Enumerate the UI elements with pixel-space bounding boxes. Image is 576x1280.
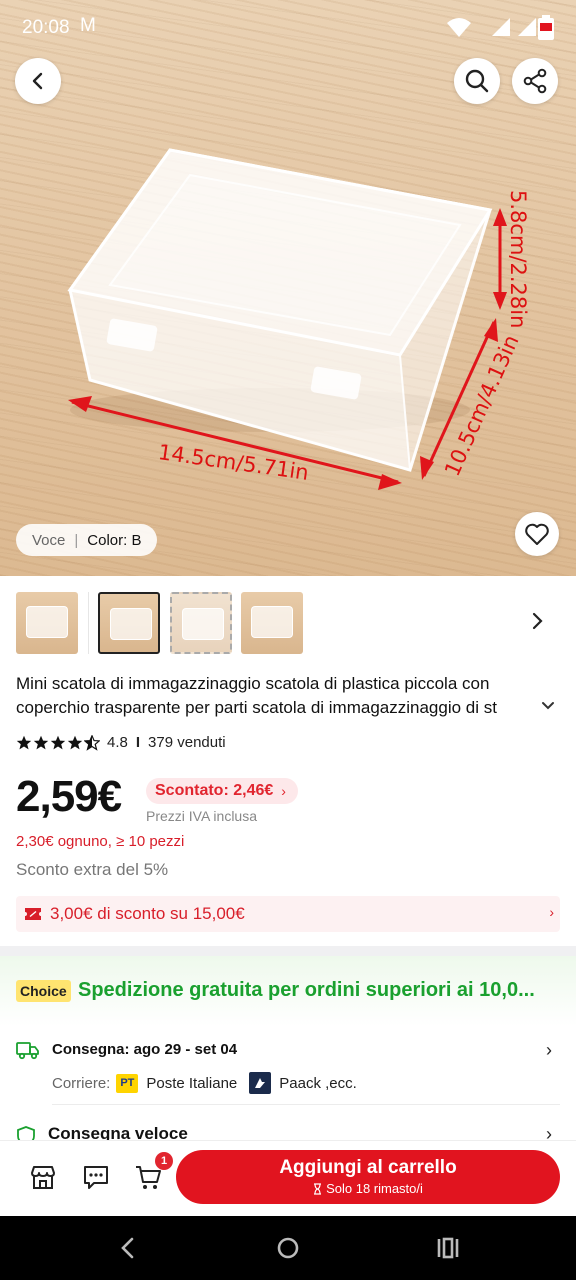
vat-note: Prezzi IVA inclusa xyxy=(146,808,258,824)
heart-icon xyxy=(525,523,549,545)
stock-note: Solo 18 rimasto/i xyxy=(176,1181,560,1196)
carrier-line: Corriere: PT Poste Italiane Paack ,ecc. xyxy=(52,1072,357,1094)
star-half-icon xyxy=(84,734,100,751)
rating-row[interactable]: 4.8 I 379 venduti xyxy=(16,734,226,751)
extra-discount: Sconto extra del 5% xyxy=(16,860,169,879)
variant-value: Color: B xyxy=(87,531,142,549)
chat-icon[interactable] xyxy=(82,1163,110,1191)
battery-icon xyxy=(538,15,554,40)
choice-badge: Choice xyxy=(16,980,71,1002)
wifi-icon xyxy=(447,18,471,37)
free-shipping-text: Spedizione gratuita per ordini superiori… xyxy=(78,979,535,1001)
delivery-row[interactable]: Consegna: ago 29 - set 04 › Corriere: PT… xyxy=(16,1040,560,1104)
chevron-down-icon[interactable] xyxy=(540,700,556,712)
variant-label: Voce xyxy=(32,531,66,549)
poste-italiane-logo: PT xyxy=(116,1073,139,1093)
thumbnail-divider xyxy=(88,592,89,654)
variant-thumbnails xyxy=(0,576,576,666)
signal-icon xyxy=(492,18,510,36)
system-navigation-bar xyxy=(0,1216,576,1280)
nav-home-icon[interactable] xyxy=(276,1236,300,1260)
add-to-cart-label: Aggiungi al carrello xyxy=(279,1157,457,1178)
cart-count-badge: 1 xyxy=(155,1152,173,1170)
star-icon xyxy=(33,735,49,749)
thumbnail-4[interactable] xyxy=(241,592,303,654)
status-bar: 20:08 M xyxy=(0,0,576,56)
store-icon[interactable] xyxy=(29,1163,57,1191)
truck-icon xyxy=(16,1042,39,1060)
section-gap xyxy=(0,946,576,956)
delivery-date: Consegna: ago 29 - set 04 xyxy=(52,1041,238,1058)
product-title: Mini scatola di immagazzinaggio scatola … xyxy=(16,674,497,717)
dimension-height-label: 5.8cm/2.28in xyxy=(506,190,530,329)
product-image[interactable]: 14.5cm/5.71in 10.5cm/4.13in 5.8cm/2.28in… xyxy=(0,0,576,576)
thumbnail-box-image xyxy=(251,606,293,638)
rating-stars xyxy=(16,734,100,751)
search-icon xyxy=(465,69,489,93)
share-button[interactable] xyxy=(512,58,558,104)
rating-value: 4.8 xyxy=(107,734,128,751)
star-icon xyxy=(16,735,32,749)
bottom-action-bar: 1 Aggiungi al carrello Solo 18 rimasto/i xyxy=(0,1140,576,1216)
selected-variant-pill[interactable]: Voce | Color: B xyxy=(16,524,158,556)
thumbnail-box-image xyxy=(110,608,152,640)
stock-note-text: Solo 18 rimasto/i xyxy=(326,1181,423,1196)
wishlist-button[interactable] xyxy=(515,512,559,556)
carrier-label: Corriere: xyxy=(52,1074,111,1092)
nav-back-icon[interactable] xyxy=(116,1236,140,1260)
thumbnail-2-selected[interactable] xyxy=(98,592,160,654)
discounted-price: Scontato: 2,46€ xyxy=(155,782,274,799)
carrier-paack: Paack ,ecc. xyxy=(279,1074,357,1092)
rating-separator: I xyxy=(135,734,141,751)
carrier-poste: Poste Italiane xyxy=(146,1074,238,1092)
status-time: 20:08 xyxy=(22,17,70,38)
coupon-row[interactable]: 3,00€ di sconto su 15,00€ › xyxy=(16,896,560,932)
signal-icon-secondary xyxy=(518,18,536,36)
sold-count: 379 venduti xyxy=(148,734,226,751)
thumbnail-box-image xyxy=(26,606,68,638)
back-arrow-icon xyxy=(32,72,43,90)
nav-recent-apps-icon[interactable] xyxy=(436,1237,460,1259)
thumbnail-1[interactable] xyxy=(16,592,78,654)
chevron-right-icon: › xyxy=(281,783,286,799)
bulk-price: 2,30€ ognuno, ≥ 10 pezzi xyxy=(16,833,185,850)
price: 2,59€ xyxy=(16,772,122,821)
add-to-cart-button[interactable]: Aggiungi al carrello Solo 18 rimasto/i xyxy=(176,1150,560,1204)
variant-separator: | xyxy=(74,531,79,549)
star-icon xyxy=(67,735,83,749)
hourglass-icon xyxy=(314,1182,322,1195)
coupon-icon xyxy=(25,908,41,920)
coupon-text: 3,00€ di sconto su 15,00€ xyxy=(50,904,245,923)
paack-logo-icon xyxy=(249,1072,272,1094)
thumbnail-box-image xyxy=(182,608,224,640)
thumbnail-3[interactable] xyxy=(170,592,232,654)
gmail-notification-icon: M xyxy=(80,15,96,36)
chevron-right-icon: › xyxy=(549,904,554,920)
divider xyxy=(52,1104,560,1105)
chevron-right-icon: › xyxy=(546,1040,552,1060)
share-icon xyxy=(523,68,547,94)
back-button[interactable] xyxy=(15,58,61,104)
discounted-price-pill[interactable]: Scontato: 2,46€ › xyxy=(146,778,298,804)
search-button[interactable] xyxy=(454,58,500,104)
chevron-right-icon[interactable] xyxy=(530,612,544,630)
star-icon xyxy=(50,735,66,749)
